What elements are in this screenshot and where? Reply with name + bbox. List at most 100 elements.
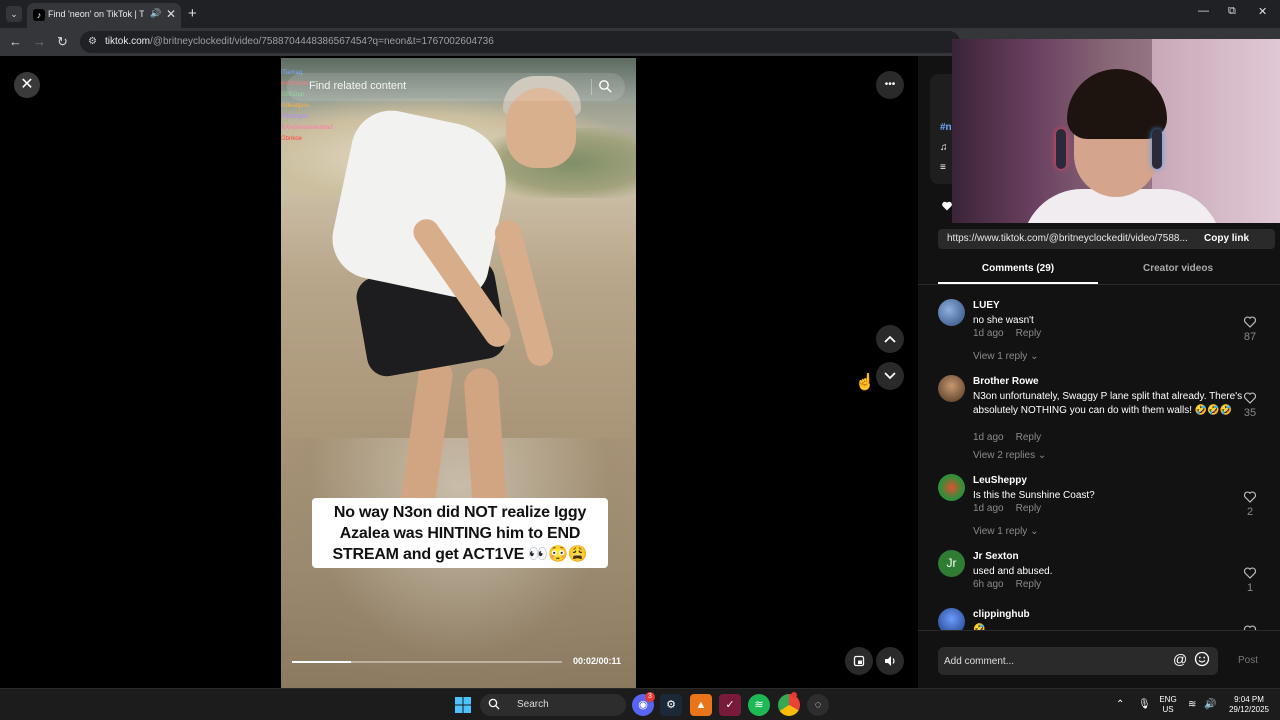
mention-at-icon[interactable]: @ [1173, 651, 1187, 667]
comment-time: 6h ago [973, 579, 1004, 590]
reply-button[interactable]: Reply [1016, 503, 1042, 514]
window-restore-button[interactable]: ⧉ [1228, 5, 1236, 18]
new-tab-button[interactable]: + [188, 5, 197, 22]
back-button[interactable]: ← [9, 34, 22, 49]
chat-overlay-line: Gdeadpoo [281, 103, 310, 109]
comment-composer: @ Post [918, 630, 1280, 688]
find-related-placeholder: Find related content [309, 80, 407, 92]
avatar[interactable] [938, 299, 965, 326]
tab-title: Find 'neon' on TikTok | TikTok [48, 9, 144, 19]
caption-line: STREAM and get ACT1VE 👀😳😩 [332, 546, 588, 563]
url-text: tiktok.com/@britneyclockedit/video/75887… [105, 36, 494, 47]
browser-tab-bar: ⌄ ♪ Find 'neon' on TikTok | TikTok 🔊 ✕ +… [0, 0, 1280, 28]
steam-icon[interactable]: ⚙ [660, 694, 682, 716]
search-icon [488, 698, 500, 710]
language-bottom: US [1162, 705, 1174, 714]
microphone-icon[interactable]: 🎙 [1138, 699, 1151, 710]
like-heart-icon[interactable] [1243, 315, 1257, 329]
share-url-text[interactable]: https://www.tiktok.com/@britneyclockedit… [947, 233, 1192, 244]
clock[interactable]: 9:04 PM 29/12/2025 [1222, 695, 1276, 715]
comment-username[interactable]: clippinghub [973, 609, 1030, 620]
view-replies-button[interactable]: View 2 replies ⌄ [973, 450, 1046, 461]
next-video-button[interactable] [876, 362, 904, 390]
site-info-icon[interactable]: ⚙ [88, 36, 97, 47]
chrome-icon[interactable] [778, 692, 800, 716]
address-bar[interactable]: ⚙ tiktok.com/@britneyclockedit/video/758… [80, 31, 960, 53]
comment-username[interactable]: Brother Rowe [973, 376, 1039, 387]
copy-link-button[interactable]: Copy link [1204, 233, 1249, 244]
video-caption: No way N3on did NOT realize Iggy Azalea … [312, 498, 608, 568]
view-replies-button[interactable]: View 1 reply ⌄ [973, 351, 1038, 362]
emoji-icon[interactable] [1194, 651, 1210, 667]
app-v-icon[interactable]: ✓ [719, 694, 741, 716]
comment-meta: 1d ago Reply [973, 328, 1041, 339]
discord-icon[interactable]: ◉ 3 [632, 692, 655, 716]
comment-meta: 1d ago Reply [973, 432, 1041, 443]
video-player[interactable]: iTiamaq ex01seum SBEGun Gdeadpoo Y3bchgod XXl… [281, 58, 636, 688]
reload-button[interactable]: ↻ [57, 34, 68, 50]
reply-button[interactable]: Reply [1016, 328, 1042, 339]
video-progress-bar[interactable] [292, 661, 562, 663]
post-comment-button[interactable]: Post [1238, 655, 1258, 666]
miniplayer-icon [853, 655, 865, 667]
language-indicator[interactable]: ENG US [1156, 695, 1180, 715]
volume-tray-icon[interactable]: 🔊 [1204, 699, 1216, 710]
avatar[interactable] [938, 375, 965, 402]
windows-start-icon[interactable] [455, 697, 471, 713]
comment-time: 1d ago [973, 432, 1004, 443]
avatar[interactable] [938, 474, 965, 501]
wifi-icon[interactable]: ≋ [1188, 699, 1196, 710]
headphone-left [1056, 129, 1066, 169]
comment-username[interactable]: LUEY [973, 300, 1000, 311]
tiktok-favicon-icon: ♪ [33, 9, 45, 21]
like-count: 2 [1246, 506, 1254, 518]
like-heart-icon[interactable] [1243, 490, 1257, 504]
taskbar-search[interactable]: Search [480, 694, 626, 716]
comment-text: used and abused. [973, 566, 1053, 577]
comment-time: 1d ago [973, 503, 1004, 514]
forward-button[interactable]: → [33, 34, 46, 49]
spotify-icon[interactable]: ≋ [748, 694, 770, 716]
avatar[interactable]: Jr [938, 550, 965, 577]
tab-audio-icon[interactable]: 🔊 [150, 8, 161, 19]
avatar[interactable] [938, 608, 965, 630]
volume-button[interactable] [876, 647, 904, 675]
floating-player-button[interactable] [845, 647, 873, 675]
webcam-overlay [952, 39, 1280, 223]
headphone-right [1152, 129, 1162, 169]
app-a-icon[interactable]: ▲ [690, 694, 712, 716]
search-icon[interactable] [598, 79, 612, 93]
comment-username[interactable]: Jr Sexton [973, 551, 1019, 562]
browser-tab-active[interactable]: ♪ Find 'neon' on TikTok | TikTok 🔊 ✕ [27, 3, 181, 28]
chevron-down-icon [884, 372, 896, 380]
close-video-button[interactable]: ✕ [14, 72, 40, 98]
tab-search-dropdown[interactable]: ⌄ [6, 6, 22, 22]
taskbar-search-label: Search [517, 699, 549, 710]
comment-text: no she wasn't [973, 315, 1034, 326]
more-options-button[interactable]: ••• [876, 71, 904, 99]
like-heart-icon[interactable] [1243, 566, 1257, 580]
hashtag-fragment[interactable]: #n [940, 122, 952, 133]
music-note-icon: ♫ [940, 142, 948, 153]
tab-creator-videos[interactable]: Creator videos [1098, 263, 1258, 285]
app-other-icon[interactable]: ◌ [807, 694, 829, 716]
volume-icon [885, 656, 895, 666]
tray-chevron-icon[interactable]: ⌃ [1116, 699, 1124, 710]
video-progress-fill [292, 661, 352, 663]
find-related-search-bar[interactable]: Find related content [287, 73, 625, 101]
like-heart-icon[interactable] [1243, 391, 1257, 405]
chat-overlay-line: Y3bchgod [281, 114, 309, 120]
reply-button[interactable]: Reply [1016, 432, 1042, 443]
tab-close-icon[interactable]: ✕ [166, 7, 176, 21]
like-count: 87 [1243, 331, 1257, 343]
share-link-row: https://www.tiktok.com/@britneyclockedit… [938, 229, 1275, 249]
language-top: ENG [1159, 695, 1177, 704]
like-count: 1 [1246, 582, 1254, 594]
window-minimize-button[interactable]: — [1198, 5, 1209, 17]
comment-username[interactable]: LeuSheppy [973, 475, 1027, 486]
reply-button[interactable]: Reply [1016, 579, 1042, 590]
discord-badge: 3 [645, 692, 655, 702]
view-replies-button[interactable]: View 1 reply ⌄ [973, 526, 1038, 537]
window-close-button[interactable]: ✕ [1258, 5, 1267, 18]
previous-video-button[interactable] [876, 325, 904, 353]
